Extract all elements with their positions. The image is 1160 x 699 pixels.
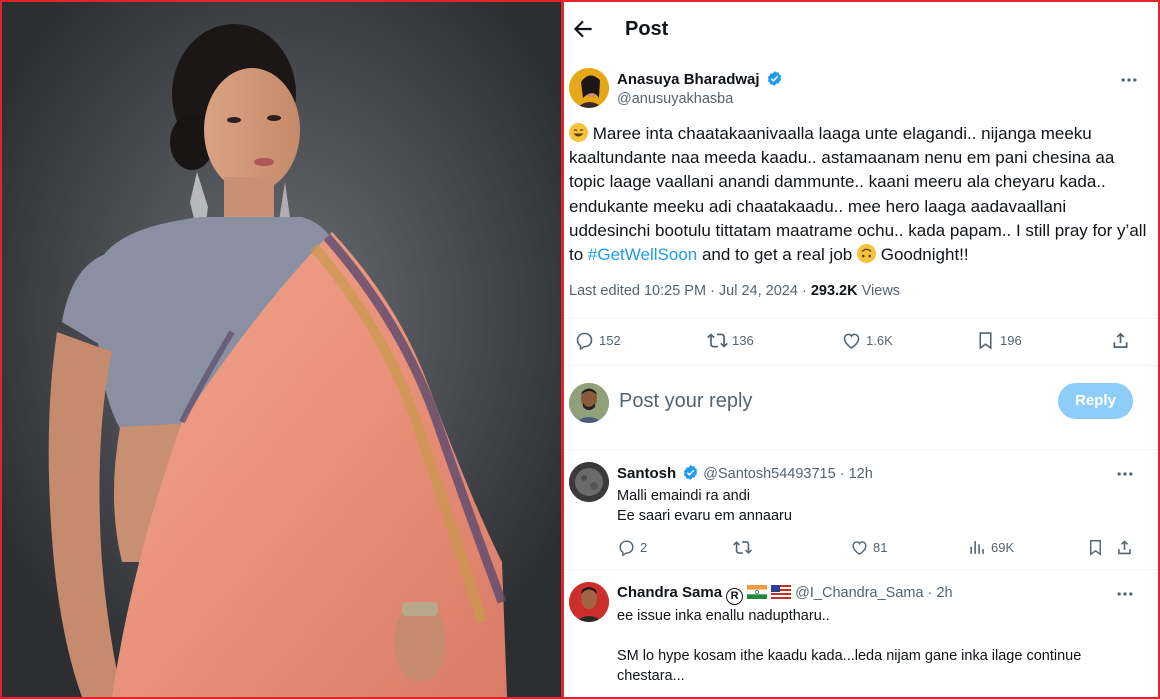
divider [564, 365, 1158, 366]
post-text: Maree inta chaatakaanivaalla laaga unte … [569, 122, 1149, 267]
repost-action[interactable]: 136 [707, 330, 754, 351]
like-action[interactable]: 81 [850, 538, 887, 557]
post-photo[interactable] [2, 2, 561, 697]
bookmark-action[interactable] [1086, 538, 1109, 557]
upside-down-face-emoji-icon [856, 244, 876, 264]
share-action[interactable] [1110, 330, 1135, 351]
commenter-avatar[interactable] [569, 462, 609, 502]
comment-item[interactable]: Chandra Sama R @I_Chandra_Sama · 2h ee i… [564, 579, 1158, 697]
bookmark-count: 196 [1000, 333, 1022, 348]
comment-item[interactable]: Santosh @Santosh54493715 · 12h Malli ema… [564, 459, 1158, 569]
bookmark-icon [979, 332, 992, 350]
comment-actions: 2 81 69K [564, 538, 1158, 562]
share-icon [1113, 332, 1128, 348]
page-title: Post [625, 18, 669, 40]
more-options-icon[interactable] [1115, 584, 1135, 604]
views-label: Views [861, 283, 901, 299]
divider [564, 449, 1158, 450]
reply-count: 152 [599, 333, 621, 348]
bookmark-action[interactable]: 196 [975, 330, 1022, 351]
share-action[interactable] [1115, 538, 1138, 557]
share-icon [1118, 540, 1131, 555]
top-bar: Post [564, 2, 1158, 56]
repost-count: 136 [732, 333, 754, 348]
reply-bubble-icon [619, 540, 634, 557]
views-action[interactable]: 69K [968, 538, 1014, 557]
author-handle[interactable]: @anusuyakhasba [617, 91, 733, 107]
reply-input[interactable]: Post your reply [619, 390, 752, 413]
analytics-icon [970, 541, 984, 554]
verified-badge-icon [684, 465, 698, 480]
comment-line: Malli emaindi ra andi [617, 488, 750, 504]
reply-action[interactable]: 2 [617, 538, 647, 557]
woman-in-saree-image [2, 2, 561, 697]
grinning-emoji-icon [569, 123, 588, 142]
post-edited-time[interactable]: Last edited 10:25 PM · Jul 24, 2024 · [569, 283, 807, 299]
post-panel: Post Anasuya Bharadwaj @anusuyakhasba Ma… [564, 2, 1158, 697]
reply-action[interactable]: 152 [574, 330, 621, 351]
like-count: 1.6K [866, 333, 893, 348]
views-count: 293.2K [810, 283, 858, 299]
repost-icon [733, 541, 752, 554]
back-arrow-icon[interactable] [570, 16, 596, 42]
comment-time[interactable]: · 2h [928, 585, 953, 601]
reply-count: 2 [640, 540, 648, 555]
post-meta: Last edited 10:25 PM · Jul 24, 2024 · 29… [569, 283, 900, 299]
comment-line: SM lo hype kosam ithe kaadu kada...leda … [617, 648, 1082, 684]
author-name[interactable]: Anasuya Bharadwaj [617, 71, 760, 88]
comment-line: Ee saari evaru em annaaru [617, 508, 792, 524]
repost-icon [707, 333, 728, 348]
divider [564, 569, 1158, 570]
post-author: Anasuya Bharadwaj @anusuyakhasba [569, 67, 1149, 111]
post-text-part1: Maree inta chaatakaanivaalla laaga unte … [569, 124, 1147, 265]
views-count: 69K [991, 540, 1015, 555]
comment-text: ee issue inka enallu naduptharu.. SM lo … [617, 606, 1137, 686]
india-flag-icon [747, 585, 768, 599]
bookmark-icon [1090, 540, 1101, 556]
current-user-avatar[interactable] [569, 383, 609, 423]
post-actions: 152 136 1.6K 196 [564, 330, 1158, 354]
commenter-name[interactable]: Santosh [617, 465, 676, 482]
reply-bubble-icon [576, 332, 593, 351]
hashtag-link[interactable]: #GetWellSoon [588, 245, 697, 264]
comment-line: ee issue inka enallu naduptharu.. [617, 608, 830, 624]
like-action[interactable]: 1.6K [841, 330, 893, 351]
commenter-name[interactable]: Chandra Sama [617, 584, 722, 601]
heart-icon [843, 333, 860, 349]
more-options-icon[interactable] [1115, 464, 1135, 484]
usa-flag-icon [771, 585, 792, 599]
comment-time[interactable]: · 12h [840, 466, 873, 482]
repost-action[interactable] [733, 538, 756, 557]
post-text-part2: and to get a real job [701, 245, 853, 265]
commenter-handle[interactable]: @Santosh54493715 [703, 466, 835, 482]
commenter-handle[interactable]: @I_Chandra_Sama [795, 585, 923, 601]
reply-composer: Post your reply Reply [564, 374, 1158, 434]
post-text-part3: Goodnight!! [880, 245, 969, 265]
reply-button[interactable]: Reply [1058, 383, 1133, 419]
more-options-icon[interactable] [1119, 70, 1139, 90]
like-count: 81 [873, 540, 888, 555]
commenter-avatar[interactable] [569, 582, 609, 622]
author-avatar[interactable] [569, 68, 609, 108]
comment-text: Malli emaindi ra andi Ee saari evaru em … [617, 486, 792, 526]
verified-badge-icon [767, 71, 782, 86]
divider [564, 318, 1158, 319]
heart-icon [852, 541, 867, 556]
registered-mark-icon: R [726, 588, 744, 605]
